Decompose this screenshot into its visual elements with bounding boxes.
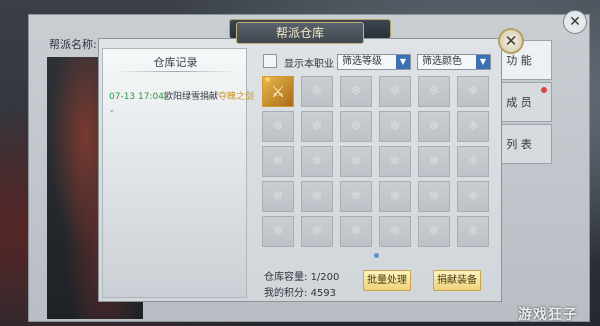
empty-slot[interactable]: ❄ — [418, 181, 450, 212]
empty-slot[interactable]: ❄ — [418, 216, 450, 247]
close-icon: ✕ — [569, 14, 581, 30]
chevron-down-icon: ⌄ — [108, 105, 116, 115]
record-entry: 07-13 17:04欧阳绿雪捐献夺魄之剑 — [109, 89, 254, 102]
points-label: 我的积分: — [264, 288, 308, 299]
empty-slot[interactable]: ❄ — [340, 181, 372, 212]
empty-slot[interactable]: ❄ — [457, 181, 489, 212]
guild-close-button[interactable]: ✕ — [563, 10, 587, 34]
empty-slot[interactable]: ❄ — [457, 216, 489, 247]
close-icon: ✕ — [504, 32, 518, 50]
empty-slot[interactable]: ❄ — [301, 146, 333, 177]
capacity-value: 1/200 — [310, 272, 340, 283]
empty-slot[interactable]: ❄ — [379, 181, 411, 212]
batch-process-button[interactable]: 批量处理 — [363, 270, 411, 291]
empty-slot[interactable]: ❄ — [262, 181, 294, 212]
empty-slot[interactable]: ❄ — [379, 146, 411, 177]
record-item[interactable]: 夺魄之剑 — [218, 92, 254, 102]
watermark: 游戏狂子 — [518, 307, 578, 323]
guild-name-label: 帮派名称: — [49, 38, 97, 51]
record-time: 07-13 17:04 — [109, 92, 164, 102]
empty-slot[interactable]: ❄ — [418, 146, 450, 177]
points-value: 4593 — [310, 288, 337, 299]
empty-slot[interactable]: ❄ — [457, 76, 489, 107]
warehouse-title: 帮派仓库 — [236, 22, 364, 44]
color-filter-select[interactable]: 筛选颜色 ▼ — [417, 54, 491, 70]
empty-slot[interactable]: ❄ — [340, 76, 372, 107]
sword-icon: ⚔ — [270, 82, 286, 101]
donate-equipment-button[interactable]: 捐献装备 — [433, 270, 481, 291]
empty-slot[interactable]: ❄ — [301, 181, 333, 212]
empty-slot[interactable]: ❄ — [262, 146, 294, 177]
empty-slot[interactable]: ❄ — [262, 216, 294, 247]
empty-slot[interactable]: ❄ — [301, 216, 333, 247]
empty-slot[interactable]: ❄ — [379, 216, 411, 247]
empty-slot[interactable]: ❄ — [301, 111, 333, 142]
dropdown-arrow-icon: ▼ — [476, 55, 490, 69]
empty-slot[interactable]: ❄ — [340, 216, 372, 247]
item-slot-sword[interactable]: ★ ⚔ — [262, 75, 294, 107]
record-title: 仓库记录 — [153, 56, 198, 69]
empty-slot[interactable]: ❄ — [379, 76, 411, 107]
notification-dot-icon — [541, 87, 547, 93]
capacity-row: 仓库容量: 1/200 — [264, 268, 339, 283]
warehouse-grid: ★ ⚔ ❄ ❄ ❄ ❄ ❄ ❄ ❄ ❄ ❄ ❄ ❄ ❄ ❄ ❄ ❄ ❄ ❄ ❄ ❄… — [262, 75, 494, 249]
own-class-label: 显示本职业 — [284, 59, 334, 70]
own-class-checkbox[interactable] — [263, 54, 277, 68]
record-divider — [115, 71, 236, 72]
points-row: 我的积分: 4593 — [264, 284, 336, 299]
dropdown-arrow-icon: ▼ — [396, 55, 410, 69]
empty-slot[interactable]: ❄ — [418, 76, 450, 107]
empty-slot[interactable]: ❄ — [262, 111, 294, 142]
empty-slot[interactable]: ❄ — [379, 111, 411, 142]
record-action: 欧阳绿雪捐献 — [163, 92, 218, 102]
level-filter-select[interactable]: 筛选等级 ▼ — [337, 54, 411, 70]
empty-slot[interactable]: ❄ — [457, 146, 489, 177]
empty-slot[interactable]: ❄ — [457, 111, 489, 142]
star-icon: ★ — [264, 75, 272, 84]
empty-slot[interactable]: ❄ — [340, 146, 372, 177]
warehouse-record-panel: 仓库记录 07-13 17:04欧阳绿雪捐献夺魄之剑 ⌄ — [102, 48, 254, 298]
capacity-label: 仓库容量: — [264, 272, 308, 283]
empty-slot[interactable]: ❄ — [340, 111, 372, 142]
empty-slot[interactable]: ❄ — [301, 76, 333, 107]
empty-slot[interactable]: ❄ — [418, 111, 450, 142]
warehouse-close-button[interactable]: ✕ — [498, 28, 524, 54]
page-indicator-dot — [374, 253, 379, 258]
